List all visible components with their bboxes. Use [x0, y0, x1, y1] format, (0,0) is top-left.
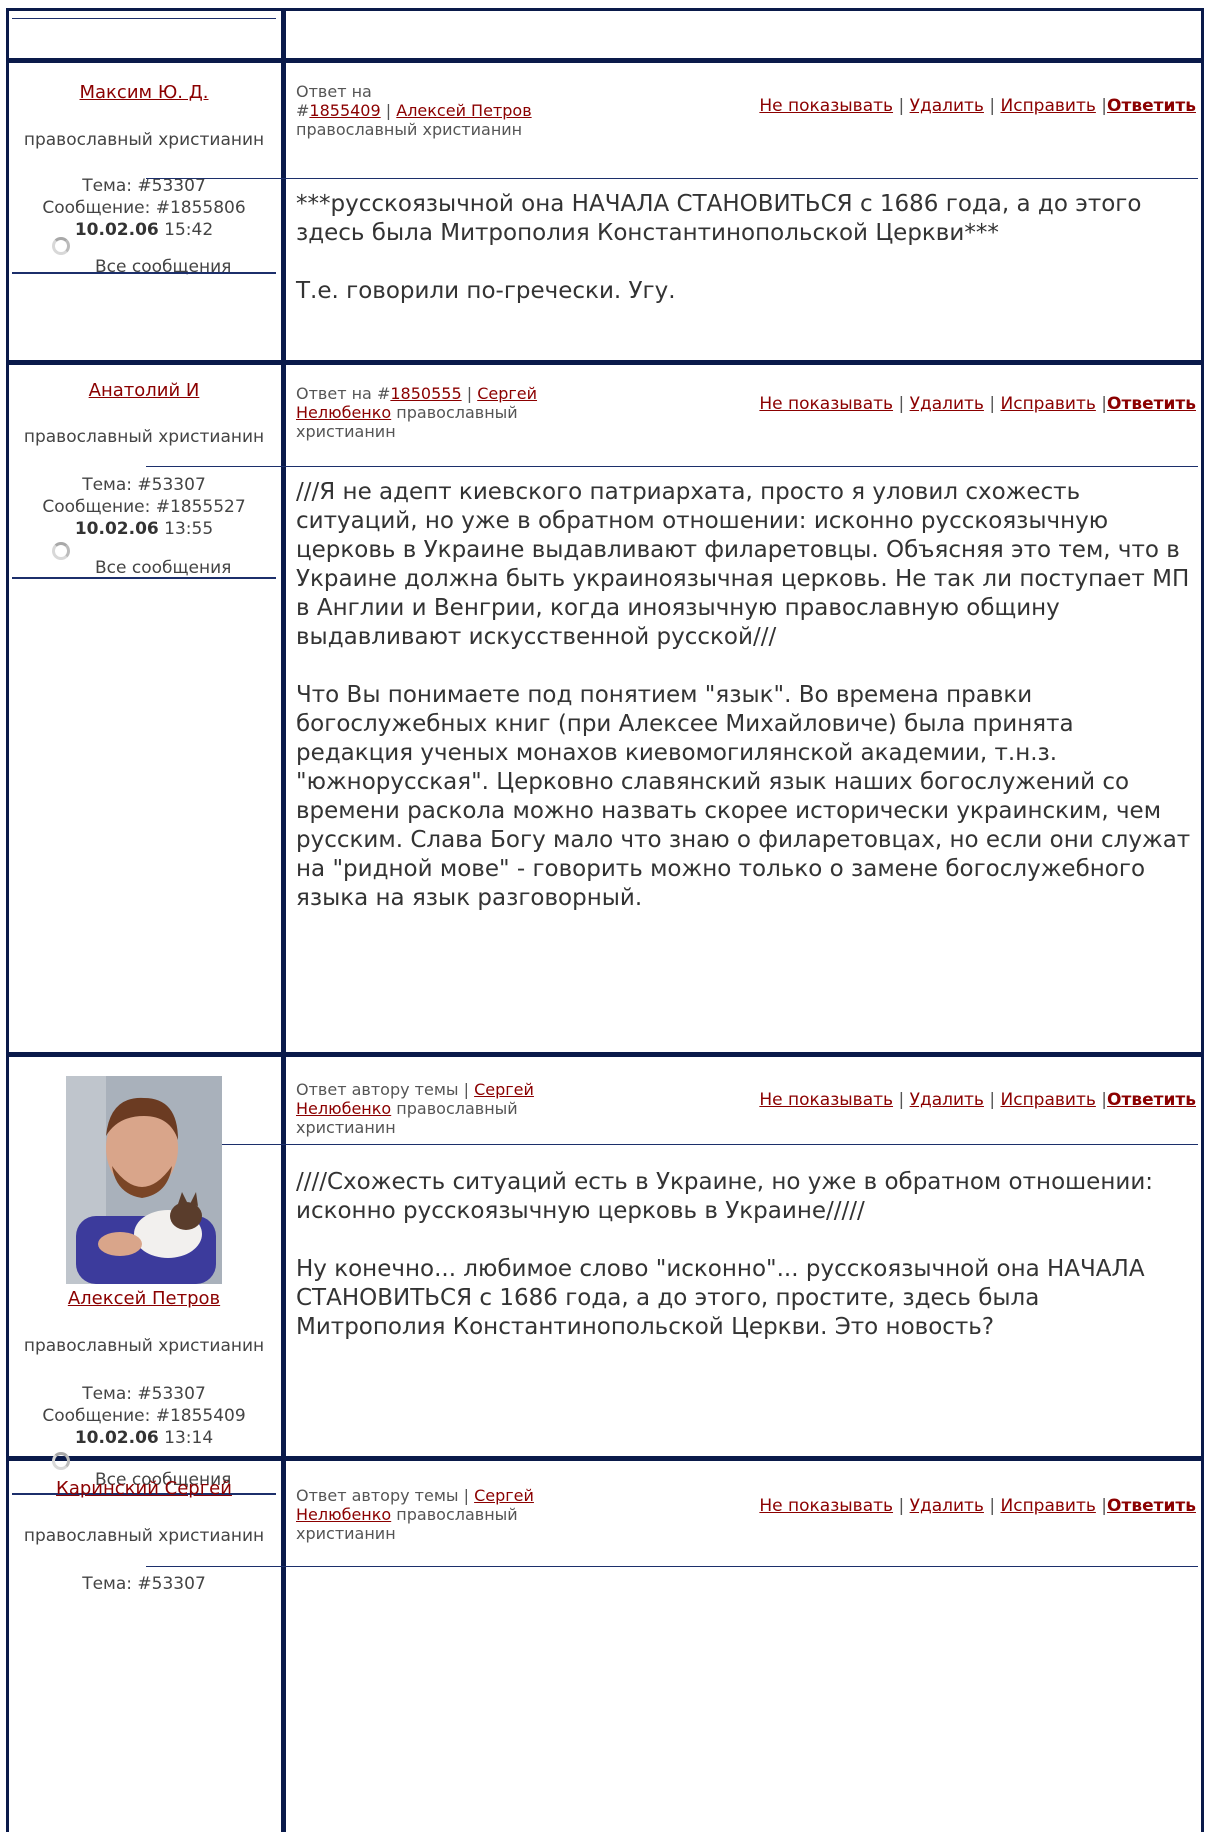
reply-info: Ответ на #1850555 | Сергей Нелюбенко пра… [296, 384, 538, 441]
topic-id: Тема: #53307 [82, 1574, 206, 1594]
all-messages-label: Все сообщения [95, 257, 232, 277]
delete-post-link[interactable]: Удалить [910, 1090, 984, 1110]
post-actions: Не показывать | Удалить | Исправить |Отв… [759, 394, 1196, 414]
post-actions: Не показывать | Удалить | Исправить |Отв… [759, 1090, 1196, 1110]
delete-post-link[interactable]: Удалить [910, 394, 984, 414]
hide-post-link[interactable]: Не показывать [759, 1496, 893, 1516]
hide-post-link[interactable]: Не показывать [759, 1090, 893, 1110]
loading-spinner-icon [52, 542, 70, 560]
author-link[interactable]: Максим Ю. Д. [80, 82, 209, 103]
edit-post-link[interactable]: Исправить [1001, 96, 1096, 116]
post-author-panel: Алексей Петров православный христианин Т… [6, 1288, 282, 1449]
author-link[interactable]: Каринский Сергей [56, 1478, 232, 1499]
topic-id: Тема: #53307 [82, 475, 206, 495]
edit-post-link[interactable]: Исправить [1001, 394, 1096, 414]
reply-header: Ответ на #1850555 | Сергей Нелюбенко пра… [296, 384, 1196, 454]
loading-spinner-icon [52, 1452, 70, 1470]
row-separator [6, 360, 1204, 365]
topic-id: Тема: #53307 [82, 1384, 206, 1404]
post-paragraph: ///Я не адепт киевского патриархата, про… [296, 479, 1190, 650]
author-avatar[interactable] [66, 1076, 222, 1284]
row-separator [6, 58, 1204, 63]
author-role: православный христианин [23, 427, 265, 447]
author-role: православный христианин [23, 1526, 265, 1546]
delete-post-link[interactable]: Удалить [910, 96, 984, 116]
message-id: Сообщение: #1855527 [42, 497, 246, 517]
delete-post-link[interactable]: Удалить [910, 1496, 984, 1516]
post-body: ***русскоязычной она НАЧАЛА СТАНОВИТЬСЯ … [296, 190, 1191, 335]
reply-message-link[interactable]: 1855409 [309, 101, 380, 120]
author-link[interactable]: Анатолий И [89, 380, 200, 401]
reply-author-link[interactable]: Алексей Петров [396, 101, 531, 120]
post-paragraph: ***русскоязычной она НАЧАЛА СТАНОВИТЬСЯ … [296, 191, 1142, 246]
edit-post-link[interactable]: Исправить [1001, 1090, 1096, 1110]
hide-post-link[interactable]: Не показывать [759, 96, 893, 116]
reply-info: Ответ автору темы | Сергей Нелюбенко пра… [296, 1486, 534, 1543]
message-id: Сообщение: #1855806 [42, 198, 246, 218]
post-paragraph: Ну конечно... любимое слово "исконно"...… [296, 1256, 1145, 1340]
post-author-panel: Каринский Сергей православный христианин… [6, 1478, 282, 1595]
meta-separator [146, 1566, 1198, 1567]
post-date: 10.02.06 13:55 [74, 519, 214, 539]
post-actions: Не показывать | Удалить | Исправить |Отв… [759, 1496, 1196, 1516]
reply-post-link[interactable]: Ответить [1107, 1496, 1196, 1516]
post-meta: Тема: #53307 [6, 1573, 282, 1595]
all-messages-underline [12, 272, 276, 274]
post-meta: Тема: #53307 Сообщение: #1855806 10.02.0… [6, 175, 282, 241]
reply-message-link[interactable]: 1850555 [390, 384, 461, 403]
post-actions: Не показывать | Удалить | Исправить |Отв… [759, 96, 1196, 116]
top-underline [12, 18, 276, 19]
right-border [1201, 8, 1204, 1832]
row-separator [6, 1456, 1204, 1461]
loading-spinner-icon [52, 237, 70, 255]
edit-post-link[interactable]: Исправить [1001, 1496, 1096, 1516]
post-paragraph: Что Вы понимаете под понятием "язык". Во… [296, 682, 1191, 911]
author-role: православный христианин [23, 130, 265, 150]
top-border [6, 8, 1204, 11]
post-author-panel: Максим Ю. Д. православный христианин Тем… [6, 82, 282, 241]
author-link[interactable]: Алексей Петров [68, 1288, 220, 1309]
post-body: ///Я не адепт киевского патриархата, про… [296, 478, 1191, 942]
post-paragraph: Т.е. говорили по-гречески. Угу. [296, 278, 676, 304]
reply-post-link[interactable]: Ответить [1107, 394, 1196, 414]
meta-separator [222, 1144, 1198, 1145]
reply-post-link[interactable]: Ответить [1107, 96, 1196, 116]
avatar-photo-icon [66, 1076, 222, 1284]
hide-post-link[interactable]: Не показывать [759, 394, 893, 414]
meta-separator [146, 178, 1198, 179]
post-paragraph: ////Схожесть ситуаций есть в Украине, но… [296, 1169, 1154, 1224]
reply-header: Ответ автору темы | Сергей Нелюбенко пра… [296, 1486, 1196, 1546]
reply-post-link[interactable]: Ответить [1107, 1090, 1196, 1110]
post-meta: Тема: #53307 Сообщение: #1855409 10.02.0… [6, 1383, 282, 1449]
post-author-panel: Анатолий И православный христианин Тема:… [6, 380, 282, 540]
all-messages-underline [12, 577, 276, 579]
reply-info: Ответ автору темы | Сергей Нелюбенко пра… [296, 1080, 534, 1137]
reply-info: Ответ на #1855409 | Алексей Петров право… [296, 82, 532, 139]
post-date: 10.02.06 15:42 [74, 220, 214, 240]
row-separator [6, 1052, 1204, 1057]
author-role: православный христианин [23, 1336, 265, 1356]
message-id: Сообщение: #1855409 [42, 1406, 246, 1426]
meta-separator [146, 466, 1198, 467]
post-date: 10.02.06 13:14 [74, 1428, 214, 1448]
reply-header: Ответ на #1855409 | Алексей Петров право… [296, 82, 1196, 162]
all-messages-label: Все сообщения [95, 558, 232, 578]
post-body: ////Схожесть ситуаций есть в Украине, но… [296, 1168, 1191, 1371]
post-meta: Тема: #53307 Сообщение: #1855527 10.02.0… [6, 474, 282, 540]
reply-header: Ответ автору темы | Сергей Нелюбенко пра… [296, 1080, 1196, 1140]
